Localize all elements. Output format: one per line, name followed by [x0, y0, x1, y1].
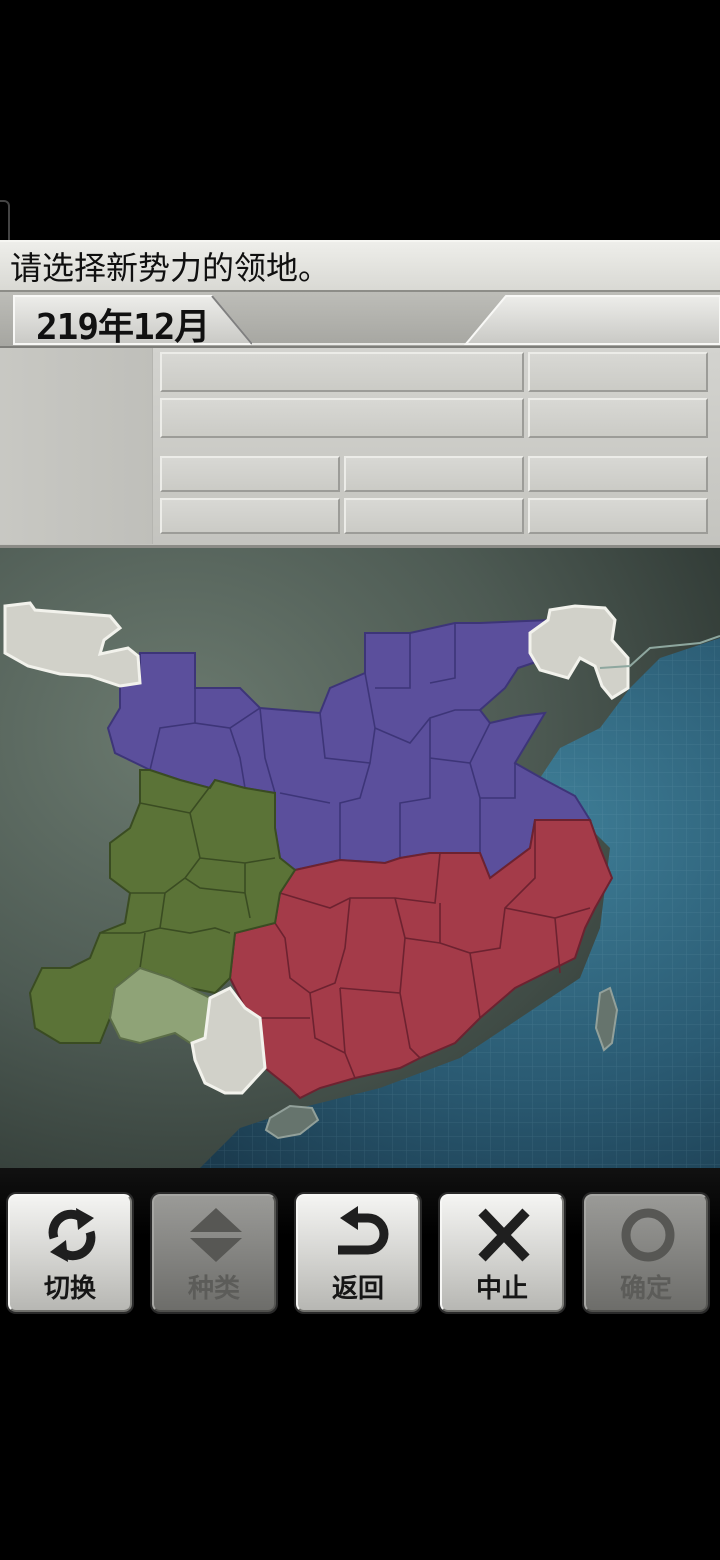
- back-button[interactable]: 返回: [296, 1194, 420, 1312]
- switch-button-label: 切换: [43, 1274, 96, 1304]
- confirm-button[interactable]: 确定: [584, 1194, 708, 1312]
- info-cell-name-value: [528, 352, 708, 392]
- command-toolbar: 切换 种类 返回 中止 确定: [0, 1168, 720, 1338]
- info-cell-stat-6: [528, 498, 708, 534]
- abort-button[interactable]: 中止: [440, 1194, 564, 1312]
- game-screen: 请选择新势力的领地。 219年12月 切换 种类 返回 中止 确定: [0, 0, 720, 1560]
- info-cell-title-value: [528, 398, 708, 438]
- x-cross-icon: [478, 1208, 530, 1262]
- switch-button[interactable]: 切换: [8, 1194, 132, 1312]
- map-svg[interactable]: [0, 548, 720, 1168]
- date-label: 219年12月: [36, 307, 210, 348]
- type-button[interactable]: 种类: [152, 1194, 276, 1312]
- prompt-bar: 请选择新势力的领地。: [0, 240, 720, 292]
- circle-confirm-icon: [621, 1208, 675, 1262]
- info-cell-name: [160, 352, 524, 392]
- info-cell-stat-1: [160, 456, 340, 492]
- confirm-button-label: 确定: [619, 1274, 672, 1304]
- undo-arrow-icon: [338, 1206, 389, 1255]
- territory-map[interactable]: [0, 548, 720, 1168]
- date-tab-strip: 219年12月: [0, 292, 720, 348]
- info-cell-stat-3: [528, 456, 708, 492]
- info-cell-stat-5: [344, 498, 524, 534]
- abort-button-label: 中止: [475, 1274, 528, 1304]
- info-cell-title: [160, 398, 524, 438]
- switch-cycle-icon: [48, 1208, 96, 1262]
- back-button-label: 返回: [331, 1274, 384, 1304]
- faction-info-panel: [0, 348, 720, 548]
- prompt-text: 请选择新势力的领地。: [10, 249, 331, 287]
- up-down-arrows-icon: [190, 1208, 242, 1262]
- portrait-slot: [0, 348, 153, 544]
- info-cell-stat-4: [160, 498, 340, 534]
- type-button-label: 种类: [187, 1274, 240, 1304]
- info-cell-stat-2: [344, 456, 524, 492]
